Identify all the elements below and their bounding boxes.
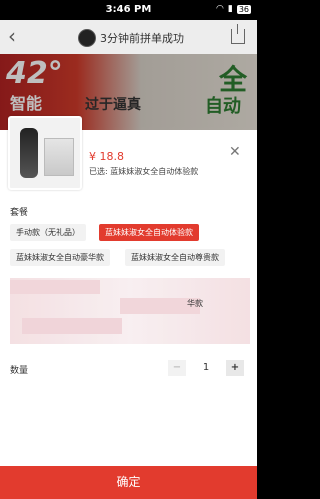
sku-sheet: ¥ 18.8 已选: 蓝妹妹淑女全自动体验款 ✕ 套餐 手动款（无礼品） 蓝妹妹…: [0, 116, 257, 499]
banner-text: 自动: [205, 96, 241, 117]
obscured-options: [10, 278, 250, 344]
decrement-button[interactable]: −: [168, 360, 186, 376]
quantity-input[interactable]: 1: [186, 360, 226, 376]
close-icon[interactable]: ✕: [229, 144, 241, 160]
spec-option-partial[interactable]: 华款: [187, 298, 203, 309]
banner-text: 过于逼真: [85, 97, 141, 113]
spec-option-deluxe[interactable]: 蓝妹妹淑女全自动豪华款: [10, 249, 110, 266]
quantity-stepper[interactable]: − 1 +: [168, 360, 244, 376]
spec-option-premium[interactable]: 蓝妹妹淑女全自动尊贵款: [125, 249, 225, 266]
increment-button[interactable]: +: [226, 360, 244, 376]
product-box-image: [44, 138, 74, 176]
obscured-block: [22, 318, 122, 334]
spec-option-trial[interactable]: 蓝妹妹淑女全自动体验款: [99, 224, 199, 241]
wifi-icon: ◠: [216, 4, 224, 14]
product-device-image: [20, 128, 38, 178]
price: ¥ 18.8: [89, 150, 124, 163]
selected-variant: 已选: 蓝妹妹淑女全自动体验款: [89, 167, 199, 176]
spec-option-manual[interactable]: 手动款（无礼品）: [10, 224, 86, 241]
signal-icon: ▮: [227, 4, 233, 14]
banner-text: 智能: [10, 94, 43, 113]
banner-text: 42°: [6, 56, 63, 91]
spec-label: 套餐: [10, 208, 29, 218]
status-bar: 3:46 PM ◠ ▮ 36: [0, 0, 257, 20]
product-thumbnail[interactable]: [8, 116, 82, 190]
avatar: [78, 29, 96, 47]
nav-bar: ‹ 3分钟前拼单成功: [0, 20, 257, 54]
obscured-block: [10, 280, 100, 294]
confirm-button[interactable]: 确定: [0, 466, 257, 499]
share-icon[interactable]: [231, 24, 245, 44]
status-icons: ◠ ▮ 36: [216, 4, 251, 14]
battery-icon: 36: [236, 4, 251, 14]
quantity-label: 数量: [10, 366, 29, 376]
page-title: 3分钟前拼单成功: [100, 32, 184, 45]
chevron-left-icon[interactable]: ‹: [8, 24, 16, 48]
